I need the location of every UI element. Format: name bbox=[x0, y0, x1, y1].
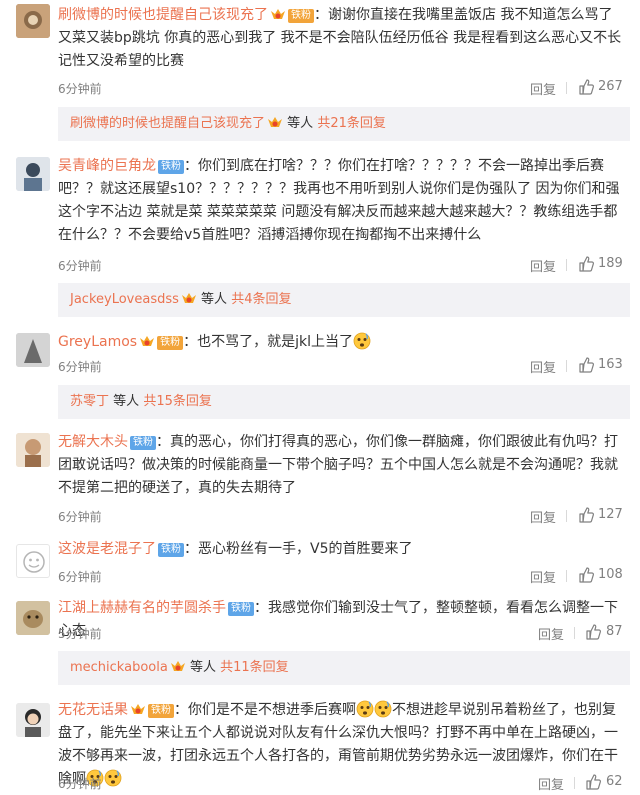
avatar[interactable] bbox=[16, 601, 50, 635]
like-count: 127 bbox=[598, 507, 623, 522]
vip-crown-icon bbox=[139, 335, 155, 348]
comment-username[interactable]: 刷微博的时候也提醒自己该现充了 bbox=[58, 7, 268, 23]
reply-button[interactable]: 回复 bbox=[530, 79, 556, 98]
fan-badge: 铁粉 bbox=[157, 336, 184, 350]
like-thumb-icon[interactable] bbox=[585, 624, 601, 640]
comment-username[interactable]: 这波是老混子了 bbox=[58, 541, 156, 557]
sub-reply-others: 等人 bbox=[113, 394, 140, 409]
sub-reply-more-link[interactable]: 共15条回复 bbox=[143, 394, 212, 409]
like-count: 267 bbox=[598, 79, 623, 94]
sub-reply-summary[interactable]: 苏零丁 等人 共15条回复 bbox=[58, 385, 630, 419]
comment-time: 6分钟前 bbox=[58, 360, 102, 374]
reply-button[interactable]: 回复 bbox=[538, 774, 564, 793]
sweat-emoji-icon bbox=[356, 700, 374, 718]
comment-item: 无花无话果 铁粉 ：你们是不是不想进季后赛啊 不想进趁早说别吊着粉丝了，也别复盘了，能… bbox=[0, 697, 640, 795]
divider bbox=[574, 777, 575, 789]
like-thumb-icon[interactable] bbox=[585, 774, 601, 790]
comment-time: 5分钟前 bbox=[58, 627, 102, 641]
fan-badge: 铁粉 bbox=[288, 9, 314, 23]
sub-reply-user[interactable]: JackeyLoveasdss bbox=[70, 292, 179, 307]
comment-item: 刷微博的时候也提醒自己该现充了 铁粉 ：谢谢你直接在我嘴里盖饭店 我不知道怎么骂了 … bbox=[0, 0, 640, 145]
sub-reply-user[interactable]: mechickaboola bbox=[70, 660, 168, 675]
vip-crown-icon bbox=[270, 8, 286, 21]
comment-body: 无解大木头 铁粉 ：真的恶心，你们打得真的恶心，你们像一群脑瘫，你们跟彼此有仇吗？打… bbox=[58, 434, 618, 496]
reply-button[interactable]: 回复 bbox=[530, 507, 556, 526]
divider bbox=[566, 259, 567, 271]
fan-badge: 铁粉 bbox=[130, 436, 156, 450]
comment-time: 6分钟前 bbox=[58, 82, 102, 96]
divider bbox=[566, 360, 567, 372]
reply-button[interactable]: 回复 bbox=[538, 624, 564, 643]
sub-reply-others: 等人 bbox=[287, 116, 314, 131]
reply-button[interactable]: 回复 bbox=[530, 567, 556, 586]
comment-item: 无解大木头 铁粉 ：真的恶心，你们打得真的恶心，你们像一群脑瘫，你们跟彼此有仇吗？打… bbox=[0, 429, 640, 529]
comment-username[interactable]: 无花无话果 bbox=[58, 702, 128, 718]
sub-reply-user[interactable]: 刷微博的时候也提醒自己该现充了 bbox=[70, 116, 265, 131]
fan-badge: 铁粉 bbox=[158, 160, 184, 174]
like-thumb-icon[interactable] bbox=[578, 357, 594, 373]
like-count: 163 bbox=[598, 357, 623, 372]
vip-crown-icon bbox=[170, 660, 186, 673]
vip-crown-icon bbox=[267, 116, 283, 129]
comment-username[interactable]: 江湖上赫赫有名的芋圆杀手 bbox=[58, 600, 226, 616]
comment-item: GreyLamos 铁粉 ：也不骂了，就是jkl上当了 6分钟前 回复 163 苏零… bbox=[0, 327, 640, 422]
comment-item: 江湖上赫赫有名的芋圆杀手 铁粉 ：我感觉你们输到没士气了，整顿整顿，看看怎么调整一下… bbox=[0, 595, 640, 690]
sub-reply-more-link[interactable]: 共4条回复 bbox=[231, 292, 291, 307]
divider bbox=[566, 510, 567, 522]
like-thumb-icon[interactable] bbox=[578, 79, 594, 95]
avatar[interactable] bbox=[16, 4, 50, 38]
comment-username[interactable]: 吴青峰的巨角龙 bbox=[58, 158, 156, 174]
sub-reply-more-link[interactable]: 共21条回复 bbox=[317, 116, 386, 131]
divider bbox=[566, 570, 567, 582]
sub-reply-more-link[interactable]: 共11条回复 bbox=[220, 660, 289, 675]
comment-time: 6分钟前 bbox=[58, 570, 102, 584]
comment-time: 6分钟前 bbox=[58, 777, 102, 791]
reply-button[interactable]: 回复 bbox=[530, 256, 556, 275]
like-count: 189 bbox=[598, 256, 623, 271]
comment-body: 吴青峰的巨角龙 铁粉 ：你们到底在打啥？？？你们在打啥？？？？？不会一路掉出季后赛吧… bbox=[58, 158, 620, 243]
comment-username[interactable]: 无解大木头 bbox=[58, 434, 128, 450]
avatar[interactable] bbox=[16, 157, 50, 191]
comment-text: 恶心粉丝有一手，V5的首胜要来了 bbox=[198, 541, 413, 557]
comment-time: 6分钟前 bbox=[58, 510, 102, 524]
sub-reply-others: 等人 bbox=[189, 660, 216, 675]
fan-badge: 铁粉 bbox=[228, 602, 254, 616]
like-thumb-icon[interactable] bbox=[578, 256, 594, 272]
comment-item: 这波是老混子了 铁粉 ：恶心粉丝有一手，V5的首胜要来了 6分钟前 回复 108 bbox=[0, 534, 640, 589]
comment-item: 吴青峰的巨角龙 铁粉 ：你们到底在打啥？？？你们在打啥？？？？？不会一路掉出季后赛吧… bbox=[0, 153, 640, 323]
sub-reply-summary[interactable]: mechickaboola 等人 共11条回复 bbox=[58, 651, 630, 685]
divider bbox=[574, 627, 575, 639]
avatar[interactable] bbox=[16, 433, 50, 467]
avatar[interactable] bbox=[16, 703, 50, 737]
like-count: 108 bbox=[598, 567, 623, 582]
sweat-emoji-icon bbox=[353, 332, 371, 350]
sweat-emoji-icon bbox=[374, 700, 392, 718]
comment-username[interactable]: GreyLamos bbox=[58, 334, 137, 350]
vip-crown-icon bbox=[130, 703, 146, 716]
comment-body: 这波是老混子了 铁粉 ：恶心粉丝有一手，V5的首胜要来了 bbox=[58, 541, 413, 557]
avatar[interactable] bbox=[16, 544, 50, 578]
reply-button[interactable]: 回复 bbox=[530, 357, 556, 376]
fan-badge: 铁粉 bbox=[148, 704, 174, 718]
comment-text-part1: 你们是不是不想进季后赛啊 bbox=[188, 702, 356, 718]
vip-crown-icon bbox=[181, 292, 197, 305]
like-thumb-icon[interactable] bbox=[578, 507, 594, 523]
like-thumb-icon[interactable] bbox=[578, 567, 594, 583]
sub-reply-summary[interactable]: 刷微博的时候也提醒自己该现充了 等人 共21条回复 bbox=[58, 107, 630, 141]
avatar[interactable] bbox=[16, 333, 50, 367]
fan-badge: 铁粉 bbox=[158, 543, 184, 557]
sub-reply-user[interactable]: 苏零丁 bbox=[70, 394, 109, 409]
sub-reply-others: 等人 bbox=[201, 292, 228, 307]
like-count: 87 bbox=[606, 624, 623, 639]
comment-text: 也不骂了，就是jkl上当了 bbox=[197, 334, 353, 350]
sub-reply-summary[interactable]: JackeyLoveasdss 等人 共4条回复 bbox=[58, 283, 630, 317]
sweat-emoji-icon bbox=[104, 769, 122, 787]
divider bbox=[566, 82, 567, 94]
like-count: 62 bbox=[606, 774, 623, 789]
comment-body: 刷微博的时候也提醒自己该现充了 铁粉 ：谢谢你直接在我嘴里盖饭店 我不知道怎么骂了 … bbox=[58, 7, 622, 69]
comment-time: 6分钟前 bbox=[58, 259, 102, 273]
comment-body: GreyLamos 铁粉 ：也不骂了，就是jkl上当了 bbox=[58, 331, 626, 354]
